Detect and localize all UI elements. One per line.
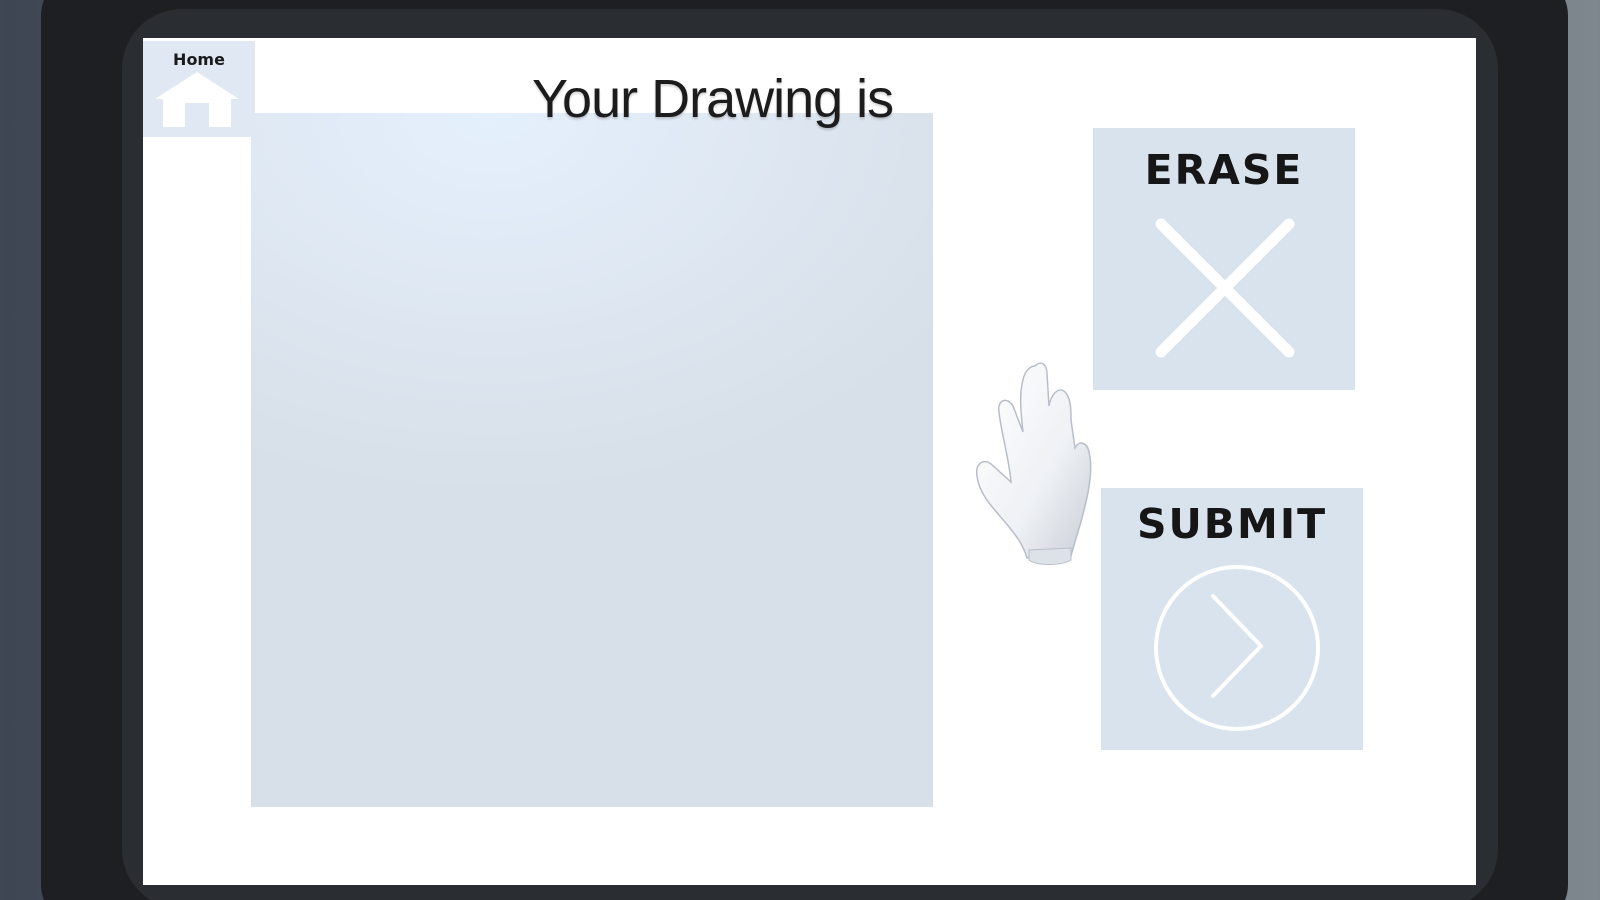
drawing-title: Your Drawing is (532, 69, 894, 129)
home-icon (155, 72, 239, 127)
home-label: Home (173, 50, 225, 69)
erase-button[interactable]: ERASE (1093, 128, 1355, 390)
close-x-icon (1155, 218, 1295, 358)
submit-label: SUBMIT (1136, 500, 1328, 548)
app-screen: Home Your Drawing is ERASE SUBMIT (143, 38, 1476, 885)
home-button[interactable]: Home (143, 41, 255, 137)
chevron-right-circle-icon (1154, 565, 1320, 731)
submit-button[interactable]: SUBMIT (1101, 488, 1363, 750)
drawing-canvas[interactable] (251, 113, 933, 807)
erase-label: ERASE (1144, 146, 1304, 194)
